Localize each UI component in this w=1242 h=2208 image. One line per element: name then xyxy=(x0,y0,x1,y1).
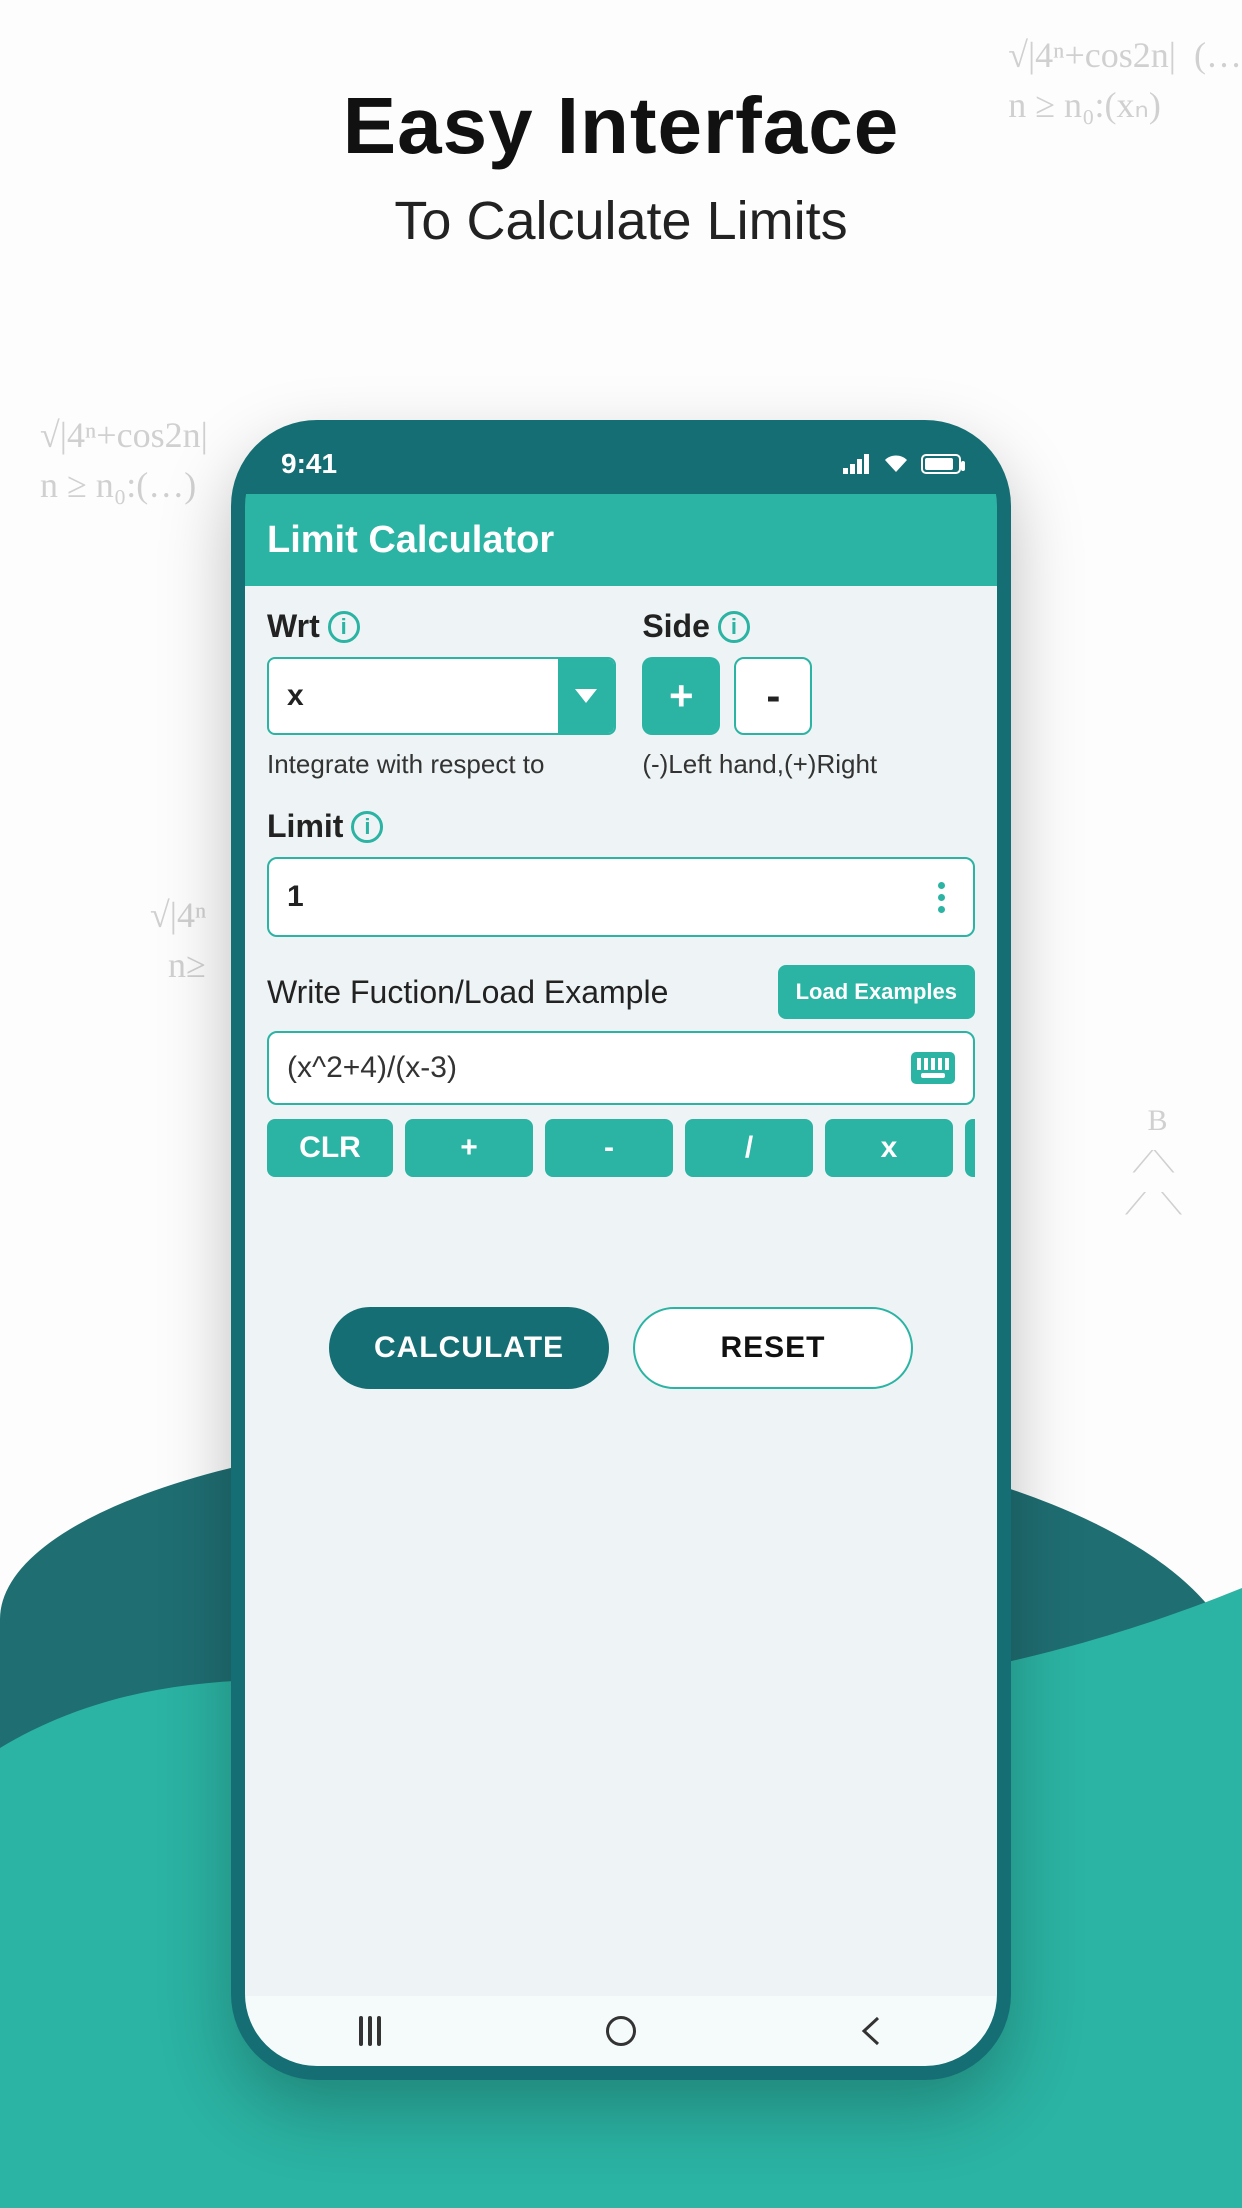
nav-back-button[interactable] xyxy=(822,2006,922,2056)
wrt-value: x xyxy=(269,659,558,733)
nav-recent-button[interactable] xyxy=(320,2006,420,2056)
toolbar-more-button[interactable] xyxy=(965,1119,975,1177)
toolbar-minus-button[interactable]: - xyxy=(545,1119,673,1177)
function-value: (x^2+4)/(x-3) xyxy=(287,1051,457,1085)
decorative-math-low: √|4ⁿ n≥ xyxy=(150,890,206,991)
nav-home-button[interactable] xyxy=(571,2006,671,2056)
toolbar-plus-button[interactable]: + xyxy=(405,1119,533,1177)
keyboard-icon[interactable] xyxy=(911,1052,955,1084)
chevron-down-icon xyxy=(558,659,614,733)
signal-icon xyxy=(843,454,871,474)
android-nav-bar xyxy=(245,1996,997,2066)
info-icon[interactable]: i xyxy=(328,611,360,643)
side-minus-button[interactable]: - xyxy=(734,657,812,735)
home-icon xyxy=(606,2016,636,2046)
info-icon[interactable]: i xyxy=(351,811,383,843)
decorative-math-ml: √|4ⁿ+cos2n| n ≥ n₀:(…) xyxy=(40,410,208,511)
back-icon xyxy=(860,2016,884,2046)
decorative-math-r: B ⟋⟍ ⟋ ⟍ xyxy=(1118,1100,1183,1226)
promo-subtitle: To Calculate Limits xyxy=(0,190,1242,252)
info-icon[interactable]: i xyxy=(718,611,750,643)
wrt-label: Wrt xyxy=(267,608,320,645)
more-vertical-icon[interactable] xyxy=(928,872,955,923)
side-hint: (-)Left hand,(+)Right xyxy=(642,749,975,780)
limit-value: 1 xyxy=(287,880,304,914)
toolbar-x-button[interactable]: x xyxy=(825,1119,953,1177)
status-time: 9:41 xyxy=(281,448,337,480)
function-input[interactable]: (x^2+4)/(x-3) xyxy=(267,1031,975,1105)
toolbar-clr-button[interactable]: CLR xyxy=(267,1119,393,1177)
promo-title: Easy Interface xyxy=(0,80,1242,172)
limit-label: Limit xyxy=(267,808,343,845)
side-plus-button[interactable]: + xyxy=(642,657,720,735)
load-examples-button[interactable]: Load Examples xyxy=(778,965,975,1019)
wifi-icon xyxy=(883,454,909,474)
battery-icon xyxy=(921,454,961,474)
status-bar: 9:41 xyxy=(245,434,997,494)
app-title: Limit Calculator xyxy=(267,519,554,562)
phone-frame: 9:41 Limit Calculator Wrt i xyxy=(231,420,1011,2080)
function-label: Write Fuction/Load Example xyxy=(267,974,668,1011)
toolbar-divide-button[interactable]: / xyxy=(685,1119,813,1177)
reset-button[interactable]: RESET xyxy=(633,1307,913,1389)
limit-input[interactable]: 1 xyxy=(267,857,975,937)
symbol-toolbar: CLR + - / x xyxy=(267,1119,975,1177)
wrt-hint: Integrate with respect to xyxy=(267,749,616,780)
calculate-button[interactable]: CALCULATE xyxy=(329,1307,609,1389)
recent-apps-icon xyxy=(359,2016,381,2046)
side-label: Side xyxy=(642,608,710,645)
app-bar: Limit Calculator xyxy=(245,494,997,586)
wrt-dropdown[interactable]: x xyxy=(267,657,616,735)
